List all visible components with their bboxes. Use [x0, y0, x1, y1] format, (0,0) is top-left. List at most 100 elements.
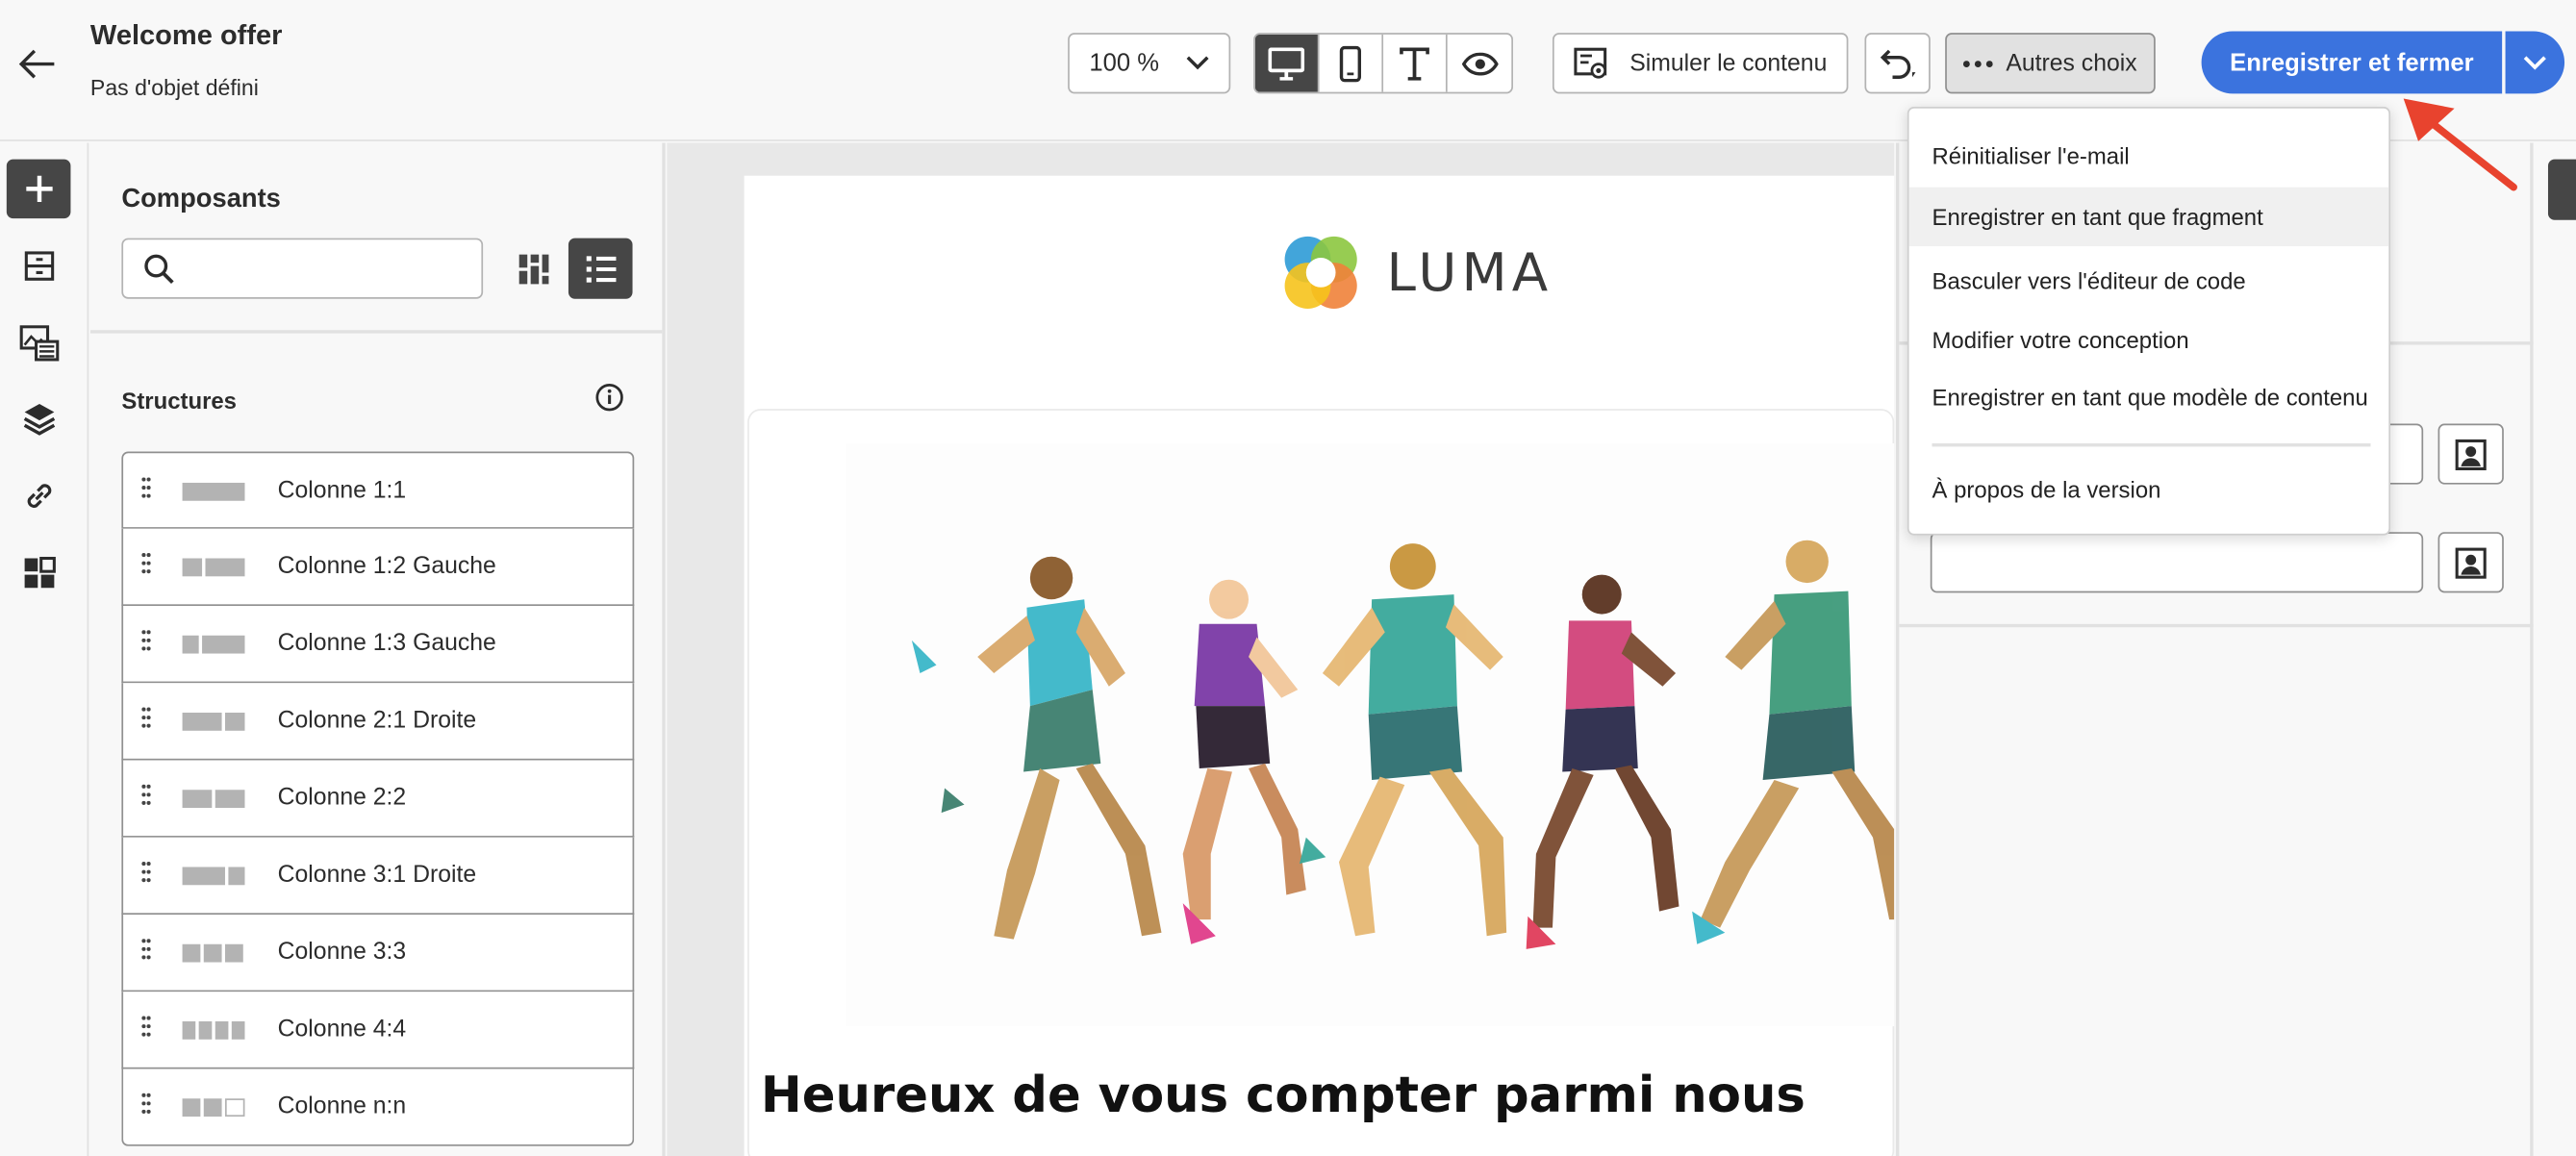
- chevron-down-icon: [2523, 55, 2546, 69]
- runner-figure: [1182, 579, 1306, 944]
- add-icon: [25, 175, 52, 203]
- simulate-content-button[interactable]: Simuler le contenu: [1552, 33, 1849, 94]
- arrow-left-icon: [18, 49, 55, 79]
- mobile-view-button[interactable]: [1319, 34, 1384, 92]
- structures-title: Structures: [121, 387, 237, 415]
- structure-thumbnail: [182, 1020, 248, 1040]
- preview-button[interactable]: [1448, 35, 1512, 92]
- assets-icon: [18, 325, 59, 362]
- structure-thumbnail: [182, 943, 248, 963]
- structure-item[interactable]: Colonne 4:4: [121, 992, 635, 1069]
- more-options-button[interactable]: Autres choix: [1945, 33, 2156, 94]
- text-icon: [1400, 46, 1429, 80]
- structure-thumbnail: [182, 867, 248, 886]
- drag-handle-icon[interactable]: [141, 861, 151, 884]
- luma-logo: LUMA: [1278, 230, 1553, 315]
- runners-illustration: [911, 540, 1895, 949]
- drag-handle-icon[interactable]: [141, 629, 151, 652]
- runner-figure: [1299, 543, 1507, 937]
- drag-handle-icon[interactable]: [141, 1092, 151, 1115]
- email-heading: Heureux de vous compter parmi nous: [760, 1067, 1806, 1125]
- drag-handle-icon[interactable]: [141, 552, 151, 575]
- text-view-button[interactable]: [1383, 34, 1448, 92]
- drag-handle-icon[interactable]: [141, 476, 151, 499]
- eye-icon: [1461, 51, 1498, 75]
- component-search-input[interactable]: [121, 238, 484, 299]
- more-options-menu: Réinitialiser l'e-mail Enregistrer en ta…: [1907, 106, 2391, 536]
- undo-icon: [1880, 48, 1916, 79]
- personalization-picker-button[interactable]: [2437, 532, 2504, 593]
- structure-label: Colonne 4:4: [277, 1016, 407, 1043]
- info-icon[interactable]: [594, 383, 624, 413]
- menu-separator: [1932, 442, 2371, 447]
- structure-label: Colonne 2:2: [277, 785, 407, 812]
- mobile-icon: [1339, 44, 1362, 82]
- zoom-select[interactable]: 100 %: [1068, 33, 1231, 94]
- structure-item[interactable]: Colonne 1:1: [121, 451, 635, 529]
- structure-label: Colonne n:n: [277, 1093, 407, 1120]
- structure-item[interactable]: Colonne 2:1 Droite: [121, 683, 635, 761]
- links-rail-button[interactable]: [7, 466, 71, 525]
- grid-view-icon: [518, 253, 549, 284]
- components-rail-button[interactable]: [6, 159, 71, 219]
- menu-item-about-version[interactable]: À propos de la version: [1909, 460, 2389, 518]
- menu-item-save-as-fragment[interactable]: Enregistrer en tant que fragment: [1908, 187, 2389, 247]
- layers-rail-button[interactable]: [7, 390, 71, 448]
- hero-image: [846, 442, 1895, 1027]
- profile-icon: [2455, 439, 2487, 470]
- chevron-down-icon: [1186, 56, 1209, 70]
- email-preview: LUMA Heureux de vous compter parmi nous: [744, 175, 1895, 1156]
- page-title: Welcome offer: [89, 19, 283, 51]
- structure-label: Colonne 1:2 Gauche: [277, 553, 496, 580]
- fragment-icon: [23, 251, 54, 281]
- structure-label: Colonne 1:1: [277, 477, 407, 505]
- profile-icon: [2455, 546, 2487, 578]
- save-options-button[interactable]: [2505, 31, 2565, 94]
- save-button-group: Enregistrer et fermer: [2201, 31, 2565, 94]
- panel-divider: [1899, 623, 2534, 628]
- save-and-close-button[interactable]: Enregistrer et fermer: [2201, 31, 2503, 94]
- structure-label: Colonne 3:1 Droite: [277, 862, 477, 889]
- more-options-label: Autres choix: [2006, 50, 2137, 77]
- page-subtitle: Pas d'objet défini: [89, 75, 259, 101]
- runner-figure: [1692, 540, 1895, 944]
- structure-thumbnail: [182, 558, 248, 577]
- drag-handle-icon[interactable]: [141, 1015, 151, 1038]
- structure-item[interactable]: Colonne 3:1 Droite: [121, 837, 635, 916]
- view-mode-group: [1253, 33, 1513, 94]
- structure-label: Colonne 2:1 Droite: [277, 707, 477, 735]
- personalization-field[interactable]: [1930, 532, 2424, 593]
- menu-item-save-as-template[interactable]: Enregistrer en tant que modèle de conten…: [1909, 367, 2389, 426]
- structure-item[interactable]: Colonne 1:2 Gauche: [121, 528, 635, 607]
- desktop-icon: [1268, 46, 1305, 80]
- list-view-toggle[interactable]: [568, 238, 633, 299]
- undo-button[interactable]: [1864, 33, 1931, 94]
- assets-rail-button[interactable]: [7, 314, 71, 372]
- fragments-rail-button[interactable]: [7, 237, 71, 295]
- panel-title: Composants: [121, 185, 281, 214]
- structure-item[interactable]: Colonne 3:3: [121, 915, 635, 993]
- back-button[interactable]: [13, 39, 63, 88]
- drag-handle-icon[interactable]: [141, 938, 151, 961]
- structure-thumbnail: [182, 482, 248, 501]
- layers-icon: [22, 404, 55, 436]
- desktop-view-button[interactable]: [1254, 34, 1320, 92]
- grid-view-toggle[interactable]: [504, 239, 563, 299]
- menu-item-switch-code-editor[interactable]: Basculer vers l'éditeur de code: [1909, 251, 2389, 310]
- drag-handle-icon[interactable]: [141, 706, 151, 729]
- menu-item-edit-design[interactable]: Modifier votre conception: [1909, 311, 2389, 369]
- structure-item[interactable]: Colonne 2:2: [121, 760, 635, 838]
- menu-item-reset-email[interactable]: Réinitialiser l'e-mail: [1909, 126, 2389, 185]
- personalization-picker-button[interactable]: [2437, 423, 2504, 485]
- structure-label: Colonne 3:3: [277, 939, 407, 966]
- structure-thumbnail: [182, 790, 248, 809]
- structure-thumbnail: [182, 713, 248, 731]
- annotation-arrow: [2403, 98, 2517, 191]
- structure-item[interactable]: Colonne n:n: [121, 1068, 635, 1146]
- drag-handle-icon[interactable]: [141, 783, 151, 806]
- structure-item[interactable]: Colonne 1:3 Gauche: [121, 606, 635, 684]
- right-panel-toggle[interactable]: [2547, 159, 2576, 220]
- structures-list: Colonne 1:1 Colonne 1:2 Gauche Colonne 1…: [121, 451, 635, 1146]
- list-view-icon: [585, 255, 616, 282]
- widgets-rail-button[interactable]: [7, 543, 71, 602]
